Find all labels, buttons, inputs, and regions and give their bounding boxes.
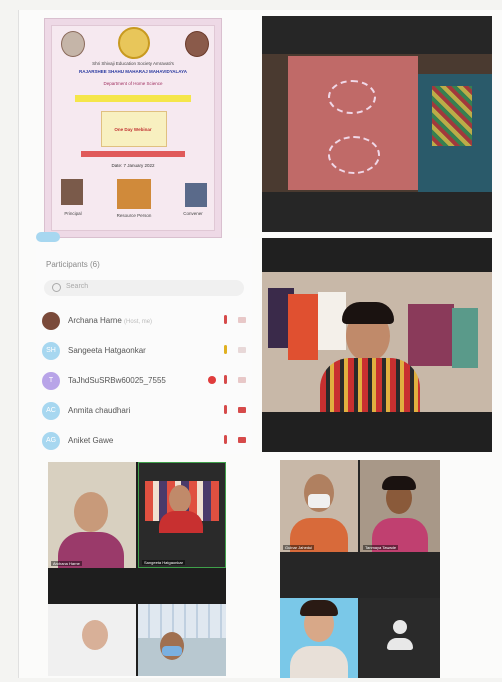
video-tile[interactable]: Gulnar Jahedul [280,460,358,552]
search-icon [52,283,61,292]
participant-row[interactable]: AC Anmita chaudhari [42,400,252,424]
poster-event: One Day Webinar [114,127,152,132]
video-tile[interactable]: Tanmaya Tawade [360,460,440,552]
presenter-hair [342,302,394,324]
mic-icon[interactable] [224,345,227,354]
participant-name: TaJhdSuSRBw60025_7555 [68,376,166,385]
participant-name: Aniket Gawe [68,436,114,445]
camera-off-icon[interactable] [238,407,246,413]
search-placeholder: Search [66,283,89,290]
avatar [42,312,60,330]
webinar-poster: Shri Shivaji Education Society Amravati'… [44,18,222,238]
participant-tag: (Host, me) [124,319,153,325]
participant-body [290,646,348,678]
poster-speaker-photo-2 [117,179,151,209]
user-placeholder-icon-body [387,638,413,650]
tile-name-label: Sangeeta Hatgaonkar [142,560,185,565]
poster-speaker-photo-1 [61,179,83,205]
garment-pattern [432,86,472,146]
participant-hair [382,476,416,490]
avatar: AG [42,432,60,450]
mic-icon[interactable] [224,375,227,384]
camera-icon[interactable] [238,377,246,383]
video-tile[interactable] [280,598,358,678]
video-tile[interactable] [360,598,440,678]
tile-name-label: Archana Harne [51,561,82,566]
avatar: SH [42,342,60,360]
participant-row[interactable]: AG Aniket Gawe [42,430,252,454]
embroidery-motif-top [328,80,376,114]
tile-name-label: Tanmaya Tawade [363,545,399,550]
participant-face [74,492,108,532]
hanging-cloth-4 [408,304,454,366]
poster-red-banner [81,151,185,157]
camera-icon[interactable] [238,347,246,353]
poster-photo-right [185,31,209,57]
participant-hair [300,600,338,616]
mic-icon[interactable] [224,405,227,414]
participant-row[interactable]: T TaJhdSuSRBw60025_7555 [42,370,252,394]
poster-emblem [118,27,150,59]
presenter-dress [320,358,420,412]
participant-row[interactable]: SH Sangeeta Hatgaonkar [42,340,252,364]
embroidery-motif-bottom [328,136,380,174]
participant-face [169,485,191,513]
video-tile-fabric [262,16,492,232]
poster-title-line1: Shri Shivaji Education Society Amravati'… [92,61,174,66]
tile-name-label: Gulnar Jahedul [283,545,315,550]
hanging-cloth-5 [452,308,478,368]
camera-icon[interactable] [238,317,246,323]
face-mask [308,494,330,508]
poster-date: Date: 7 January 2022 [111,163,155,168]
participant-name: Anmita chaudhari [68,406,131,415]
user-placeholder-icon-head [393,620,407,634]
meeting-grid-left: Archana Harne Sangeeta Hatgaonkar [48,462,226,676]
poster-speaker-1: Principal [64,211,82,216]
poster-speaker-2: Resource Person [116,213,152,218]
participant-name-text: Archana Harne [68,316,122,325]
video-tile[interactable] [48,604,136,676]
poster-subtitle: Department of Home Science [103,81,163,86]
participants-header: Participants (6) [46,260,100,269]
meeting-grid-right: Gulnar Jahedul Tanmaya Tawade [280,460,440,678]
participants-search-input[interactable]: Search [44,280,244,296]
participants-panel: Participants (6) Search Archana Harne (H… [36,232,252,454]
face-mask [162,646,182,656]
poster-yellow-banner [75,95,191,102]
video-tile[interactable]: Archana Harne [48,462,136,568]
poster-title-line2: RAJARSHEE SHAHU MAHARAJ MAHAVIDYALAYA [79,69,187,74]
camera-off-icon[interactable] [238,437,246,443]
avatar: AC [42,402,60,420]
video-tile-presenter [262,238,492,452]
panel-top-strip [36,232,60,242]
participant-row[interactable]: Archana Harne (Host, me) [42,310,252,334]
mic-icon[interactable] [224,315,227,324]
participant-name: Archana Harne (Host, me) [68,316,152,325]
avatar: T [42,372,60,390]
participant-body [159,511,203,533]
video-tile[interactable]: Sangeeta Hatgaonkar [138,462,226,568]
mic-icon[interactable] [224,435,227,444]
poster-speaker-photo-3 [185,183,207,207]
video-tile[interactable] [138,604,226,676]
poster-speaker-3: Convener [183,211,203,216]
participant-face [82,620,108,650]
hanging-cloth-2 [288,294,318,360]
alert-icon [208,376,216,384]
poster-photo-left [61,31,85,57]
participant-name: Sangeeta Hatgaonkar [68,346,146,355]
shelf-background [138,604,226,638]
